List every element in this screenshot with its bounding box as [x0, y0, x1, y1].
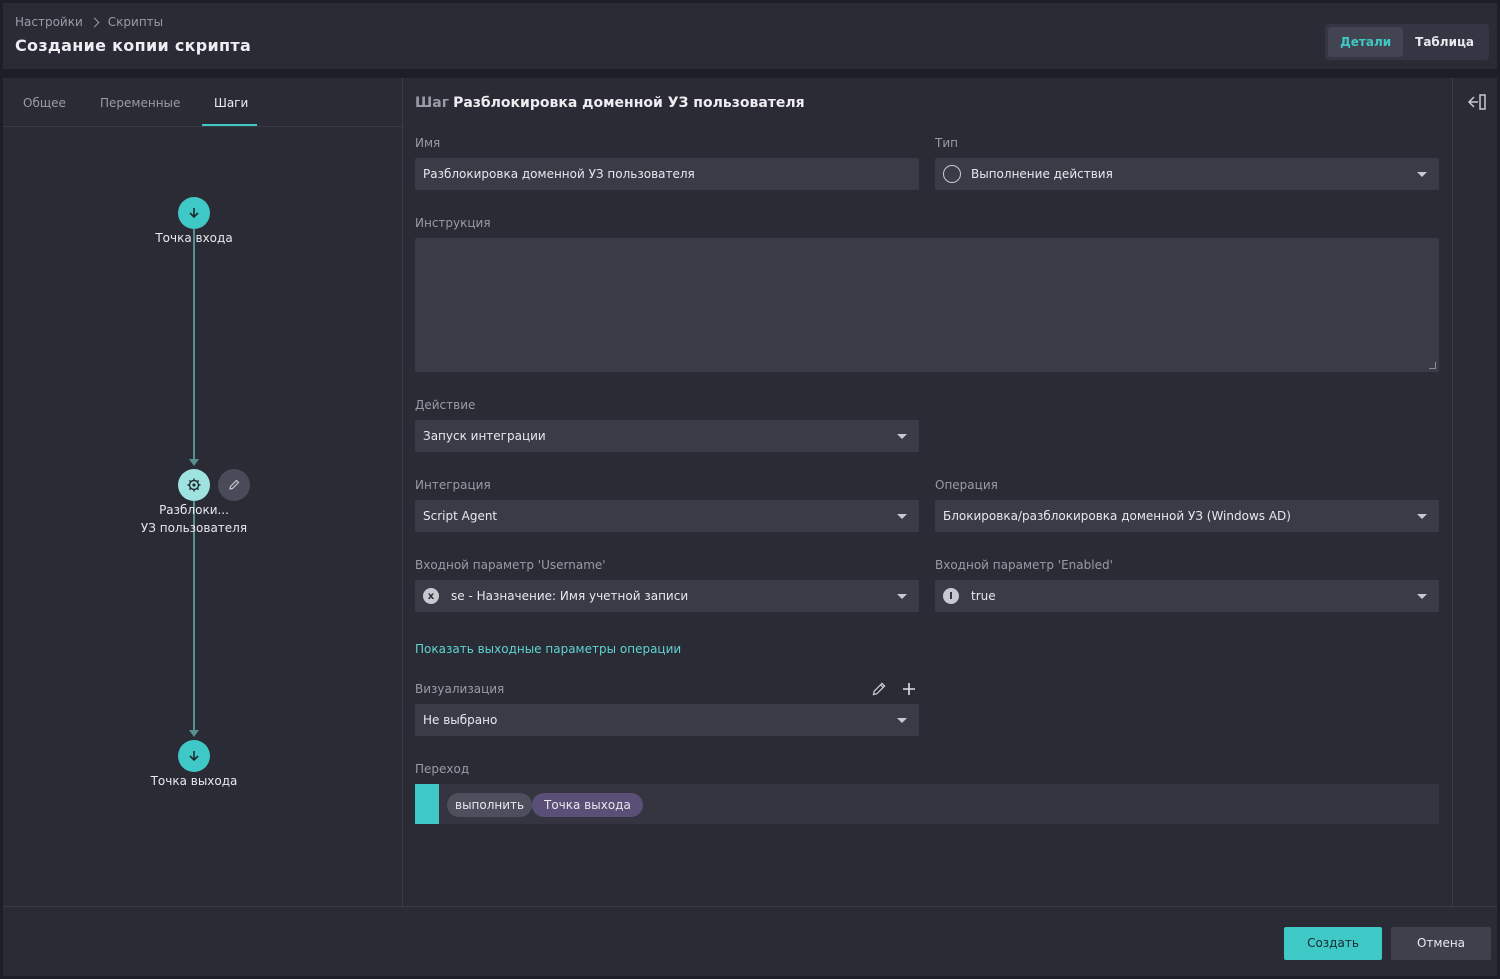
step-node-label-line2: УЗ пользователя: [140, 521, 248, 535]
arrow-down-icon: [189, 730, 199, 737]
caret-down-icon: [897, 434, 907, 439]
step-title: Шаг Разблокировка доменной УЗ пользовател…: [415, 95, 805, 111]
pencil-icon: [872, 682, 886, 696]
transition-row[interactable]: выполнить Точка выхода: [415, 784, 1439, 824]
show-output-params-link[interactable]: Показать выходные параметры операции: [415, 642, 681, 656]
name-label: Имя: [415, 136, 441, 150]
tab-steps[interactable]: Шаги: [214, 96, 248, 110]
action-select[interactable]: Запуск интеграции: [415, 420, 919, 452]
step-node[interactable]: [178, 469, 210, 501]
type-select-value: Выполнение действия: [971, 167, 1113, 181]
type-select[interactable]: Выполнение действия: [935, 158, 1439, 190]
script-copy-window: Настройки Скрипты Создание копии скрипта…: [3, 3, 1497, 976]
type-label: Тип: [935, 136, 958, 150]
page-title: Создание копии скрипта: [15, 36, 252, 55]
action-select-value: Запуск интеграции: [423, 429, 546, 443]
breadcrumb-scripts[interactable]: Скрипты: [108, 15, 163, 29]
breadcrumb: Настройки Скрипты: [15, 15, 163, 29]
name-field[interactable]: Разблокировка доменной УЗ пользователя: [415, 158, 919, 190]
exit-node[interactable]: [178, 740, 210, 772]
tab-variables[interactable]: Переменные: [100, 96, 180, 110]
collapse-panel-icon: [1467, 94, 1486, 110]
pencil-icon: [229, 479, 240, 490]
collapse-panel-button[interactable]: [1465, 92, 1487, 116]
caret-down-icon: [897, 514, 907, 519]
edit-step-button[interactable]: [218, 469, 250, 501]
integration-select-value: Script Agent: [423, 509, 498, 523]
tab-bar: Общее Переменные Шаги: [3, 78, 402, 127]
add-visualization-button[interactable]: [901, 681, 917, 701]
breadcrumb-settings[interactable]: Настройки: [15, 15, 83, 29]
tab-general[interactable]: Общее: [23, 96, 66, 110]
step-form: Шаг Разблокировка доменной УЗ пользовател…: [404, 78, 1451, 906]
view-switch: Детали Таблица: [1325, 24, 1489, 60]
arrow-down-icon: [189, 459, 199, 466]
text-cursor-icon: I: [943, 588, 959, 604]
step-title-text: Разблокировка доменной УЗ пользователя: [453, 95, 805, 111]
step-node-label-line1: Разблоки...: [159, 503, 229, 517]
param-username-select[interactable]: x se - Назначение: Имя учетной записи: [415, 580, 919, 612]
step-node-label: Разблоки... УЗ пользователя: [94, 501, 294, 537]
integration-label: Интеграция: [415, 478, 491, 492]
step-title-prefix: Шаг: [415, 95, 450, 111]
param-username-value: se - Назначение: Имя учетной записи: [451, 589, 689, 603]
side-strip: [1452, 78, 1497, 906]
action-type-icon: [943, 165, 961, 183]
arrow-down-icon: [189, 751, 199, 762]
operation-label: Операция: [935, 478, 998, 492]
footer: Создать Отмена: [3, 906, 1497, 976]
view-details-button[interactable]: Детали: [1328, 27, 1404, 57]
action-label: Действие: [415, 398, 476, 412]
variable-icon: x: [423, 588, 439, 604]
param-username-label: Входной параметр 'Username': [415, 558, 606, 572]
transition-color-bar: [415, 784, 439, 824]
transition-action-pill[interactable]: выполнить: [447, 793, 533, 817]
cancel-button[interactable]: Отмена: [1391, 927, 1491, 960]
caret-down-icon: [1417, 594, 1427, 599]
exit-node-label: Точка выхода: [150, 774, 238, 788]
caret-down-icon: [897, 718, 907, 723]
edit-visualization-button[interactable]: [871, 681, 887, 701]
transition-label: Переход: [415, 762, 470, 776]
flow-connector: [193, 229, 195, 461]
caret-down-icon: [897, 594, 907, 599]
entry-node-label: Точка входа: [155, 231, 233, 245]
gear-icon: [187, 478, 201, 492]
operation-select-value: Блокировка/разблокировка доменной УЗ (Wi…: [943, 509, 1291, 523]
view-table-button[interactable]: Таблица: [1403, 27, 1486, 57]
param-enabled-label: Входной параметр 'Enabled': [935, 558, 1113, 572]
create-button[interactable]: Создать: [1284, 927, 1382, 960]
header: Настройки Скрипты Создание копии скрипта…: [3, 3, 1497, 69]
param-enabled-select[interactable]: I true: [935, 580, 1439, 612]
steps-panel: Общее Переменные Шаги Точка входа Разбло…: [3, 78, 403, 906]
name-field-value: Разблокировка доменной УЗ пользователя: [423, 167, 695, 181]
header-divider: [3, 69, 1497, 78]
visualization-select[interactable]: Не выбрано: [415, 704, 919, 736]
chevron-right-icon: [89, 17, 100, 27]
caret-down-icon: [1417, 514, 1427, 519]
visualization-select-value: Не выбрано: [423, 713, 498, 727]
operation-select[interactable]: Блокировка/разблокировка доменной УЗ (Wi…: [935, 500, 1439, 532]
instruction-label: Инструкция: [415, 216, 491, 230]
visualization-label: Визуализация: [415, 682, 505, 696]
entry-node[interactable]: [178, 197, 210, 229]
transition-target-pill[interactable]: Точка выхода: [532, 793, 643, 817]
active-tab-indicator: [202, 124, 257, 126]
caret-down-icon: [1417, 172, 1427, 177]
param-enabled-value: true: [971, 589, 996, 603]
arrow-down-icon: [189, 208, 199, 219]
instruction-textarea[interactable]: [415, 238, 1439, 372]
resize-handle-icon[interactable]: [1429, 362, 1436, 369]
integration-select[interactable]: Script Agent: [415, 500, 919, 532]
plus-icon: [903, 683, 915, 695]
